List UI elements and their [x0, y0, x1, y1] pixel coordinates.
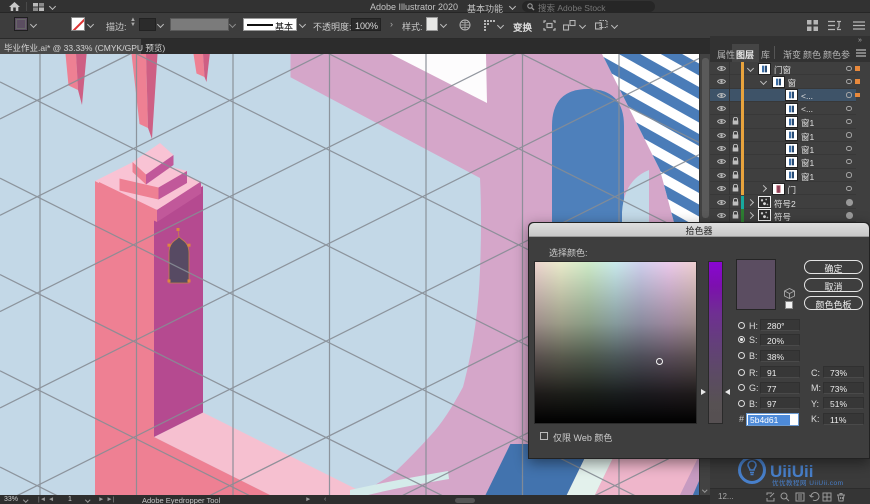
svg-text:优优教程网 UiiUii.com: 优优教程网 UiiUii.com [772, 478, 844, 487]
svg-text:UiiUii: UiiUii [770, 462, 813, 481]
